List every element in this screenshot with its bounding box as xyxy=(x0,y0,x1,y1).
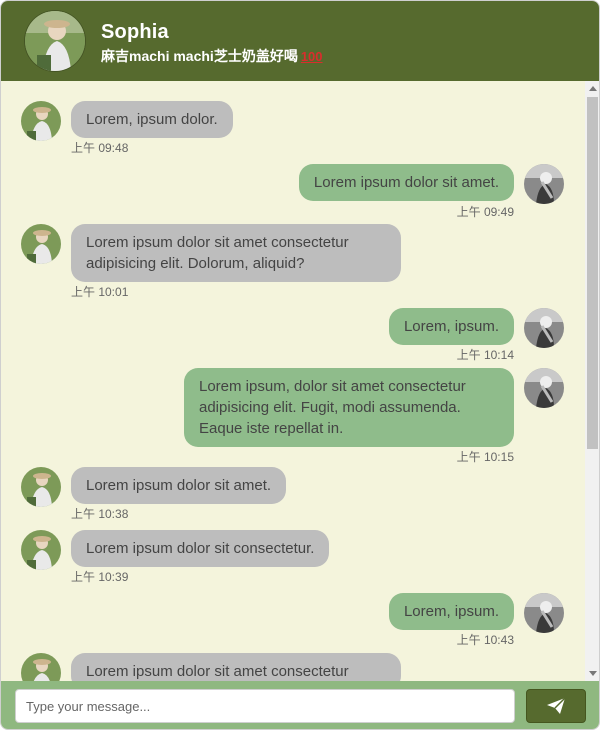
send-button[interactable] xyxy=(526,689,586,723)
contact-avatar-small xyxy=(21,653,61,681)
contact-status-text: 麻吉machi machi芝士奶盖好喝 xyxy=(101,48,298,64)
composer-bar xyxy=(1,681,599,729)
message-timestamp: 上午 10:01 xyxy=(71,285,129,299)
message-bubble-outgoing: Lorem ipsum dolor sit amet. xyxy=(298,164,514,201)
message-timestamp: 上午 09:49 xyxy=(456,205,514,219)
scroll-up-arrow-icon[interactable] xyxy=(589,86,597,91)
contact-avatar-small xyxy=(21,530,61,570)
paper-plane-icon xyxy=(547,697,566,714)
message-list[interactable]: Lorem, ipsum dolor. 上午 09:48 Lorem ipsum… xyxy=(1,81,585,681)
message-list-scrollbar[interactable] xyxy=(585,81,599,681)
user-avatar-small xyxy=(524,593,564,633)
message-timestamp: 上午 10:39 xyxy=(71,570,129,584)
message-timestamp: 上午 10:43 xyxy=(456,633,514,647)
user-avatar-small xyxy=(524,164,564,204)
message-bubble-outgoing: Lorem, ipsum. xyxy=(388,308,514,345)
message-timestamp: 上午 10:14 xyxy=(456,348,514,362)
contact-avatar-small xyxy=(21,467,61,507)
message-bubble-outgoing: Lorem ipsum, dolor sit amet consectetur … xyxy=(184,368,514,447)
message-bubble-incoming: Lorem ipsum dolor sit consectetur. xyxy=(71,530,330,567)
contact-status: 麻吉machi machi芝士奶盖好喝 100 xyxy=(101,46,323,66)
hundred-points-icon: 100 xyxy=(300,49,323,64)
scrollbar-thumb[interactable] xyxy=(587,97,598,449)
message-timestamp: 上午 10:15 xyxy=(456,450,514,464)
contact-avatar-small xyxy=(21,224,61,264)
user-avatar-small xyxy=(524,368,564,408)
chat-header: Sophia 麻吉machi machi芝士奶盖好喝 100 xyxy=(1,1,599,81)
chat-window: Sophia 麻吉machi machi芝士奶盖好喝 100 Lorem, ips… xyxy=(0,0,600,730)
message-bubble-incoming: Lorem ipsum dolor sit amet. xyxy=(71,467,287,504)
contact-avatar-image xyxy=(25,11,85,71)
contact-avatar[interactable] xyxy=(25,11,85,71)
user-avatar-small xyxy=(524,308,564,348)
contact-avatar-small xyxy=(21,101,61,141)
message-timestamp: 上午 09:48 xyxy=(71,141,129,155)
message-timestamp: 上午 10:38 xyxy=(71,507,129,521)
contact-name: Sophia xyxy=(101,21,169,43)
message-bubble-incoming: Lorem ipsum dolor sit amet consectetur a… xyxy=(71,224,401,282)
message-bubble-outgoing: Lorem, ipsum. xyxy=(388,593,514,630)
message-bubble-incoming: Lorem, ipsum dolor. xyxy=(71,101,233,138)
scroll-down-arrow-icon[interactable] xyxy=(589,671,597,676)
message-bubble-incoming: Lorem ipsum dolor sit amet consectetur xyxy=(71,653,401,681)
message-input[interactable] xyxy=(15,689,515,723)
